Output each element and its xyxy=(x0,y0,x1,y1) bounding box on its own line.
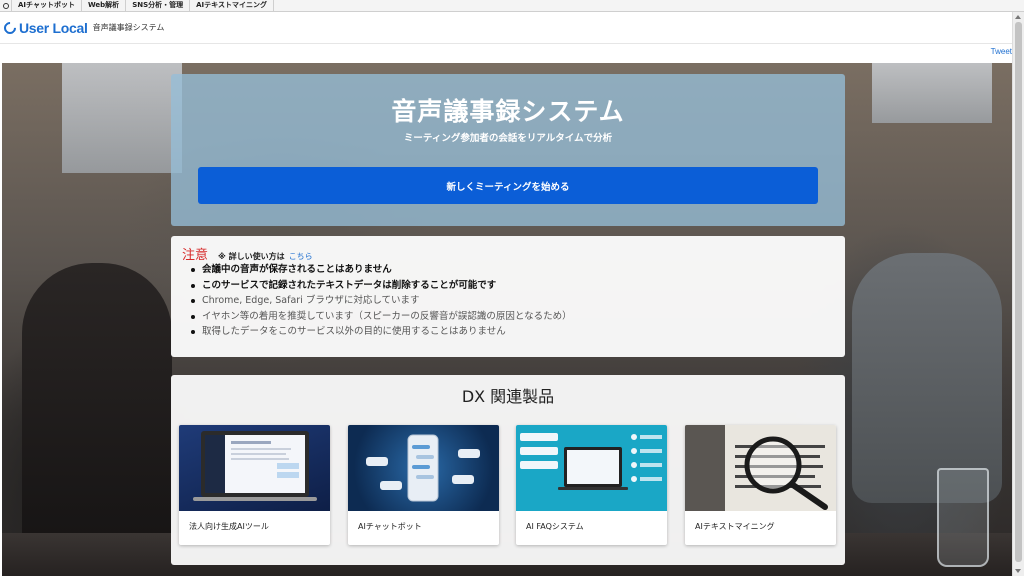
product-thumbnail xyxy=(516,425,667,511)
product-label: AIチャットボット xyxy=(358,522,422,531)
product-card-chatbot[interactable]: AIチャットボット xyxy=(348,425,499,545)
page-scrollbar[interactable] xyxy=(1012,12,1024,576)
dx-products-section: DX 関連製品 法人向け生成AIツール AIチャットボット AI FAQシステム… xyxy=(171,375,845,565)
portal-link-web-analytics[interactable]: Web解析 xyxy=(82,0,127,11)
product-thumbnail xyxy=(348,425,499,511)
portal-link-chatbot[interactable]: AIチャットボット xyxy=(12,0,82,11)
scrollbar-thumb[interactable] xyxy=(1015,22,1022,562)
dx-section-title: DX 関連製品 xyxy=(461,387,555,406)
window-pane xyxy=(62,63,182,173)
home-icon[interactable] xyxy=(0,0,12,11)
logo-mark-icon xyxy=(1,19,19,36)
usage-link[interactable]: こちら xyxy=(289,251,313,262)
product-label: AI FAQシステム xyxy=(526,522,584,531)
portal-link-text-mining[interactable]: AIテキストマイニング xyxy=(190,0,274,11)
start-meeting-button[interactable]: 新しくミーティングを始める xyxy=(198,167,818,204)
notice-item: 取得したデータをこのサービス以外の目的に使用することはありません xyxy=(191,324,572,340)
notice-item: Chrome, Edge, Safari ブラウザに対応しています xyxy=(191,293,572,309)
site-header: User Local 音声議事録システム xyxy=(0,12,1012,44)
product-thumbnail xyxy=(685,425,836,511)
notice-list: 会議中の音声が保存されることはありません このサービスで記録されたテキストデータ… xyxy=(191,262,572,340)
product-card-text-mining[interactable]: AIテキストマイニング xyxy=(685,425,836,545)
logo[interactable]: User Local xyxy=(1,19,88,36)
share-row: Tweet xyxy=(0,44,1012,62)
scroll-down-icon[interactable] xyxy=(1015,569,1021,573)
usage-hint: ※ 詳しい使い方は xyxy=(218,252,285,261)
notice-title: 注意 xyxy=(182,248,209,263)
portal-bar: AIチャットボット Web解析 SNS分析・管理 AIテキストマイニング xyxy=(0,0,1024,12)
page-subtitle: ミーティング参加者の会話をリアルタイムで分析 xyxy=(403,133,613,144)
app-name: 音声議事録システム xyxy=(92,23,165,32)
notice-item: イヤホン等の着用を推奨しています（スピーカーの反響音が誤認識の原因となるため） xyxy=(191,309,572,325)
glass xyxy=(937,468,989,567)
logo-text: User Local xyxy=(19,19,88,36)
notice-item: このサービスで記録されたテキストデータは削除することが可能です xyxy=(191,278,572,294)
hero-panel: 音声議事録システム ミーティング参加者の会話をリアルタイムで分析 新しくミーティ… xyxy=(171,74,845,226)
portal-link-sns[interactable]: SNS分析・管理 xyxy=(126,0,191,11)
scroll-up-icon[interactable] xyxy=(1015,15,1021,19)
notice-panel: 注意 ※ 詳しい使い方は こちら 会議中の音声が保存されることはありません この… xyxy=(171,236,845,357)
product-label: 法人向け生成AIツール xyxy=(189,522,269,531)
notice-item: 会議中の音声が保存されることはありません xyxy=(191,262,572,278)
window-pane xyxy=(872,63,992,123)
page-title: 音声議事録システム xyxy=(391,97,625,126)
person-right xyxy=(852,253,1002,503)
notice-header: 注意 ※ 詳しい使い方は こちら xyxy=(182,244,313,263)
person-left xyxy=(22,263,172,576)
product-thumbnail xyxy=(179,425,330,511)
product-card-faq[interactable]: AI FAQシステム xyxy=(516,425,667,545)
product-label: AIテキストマイニング xyxy=(695,522,775,531)
product-card-generative-ai[interactable]: 法人向け生成AIツール xyxy=(179,425,330,545)
tweet-link[interactable]: Tweet xyxy=(991,47,1012,56)
